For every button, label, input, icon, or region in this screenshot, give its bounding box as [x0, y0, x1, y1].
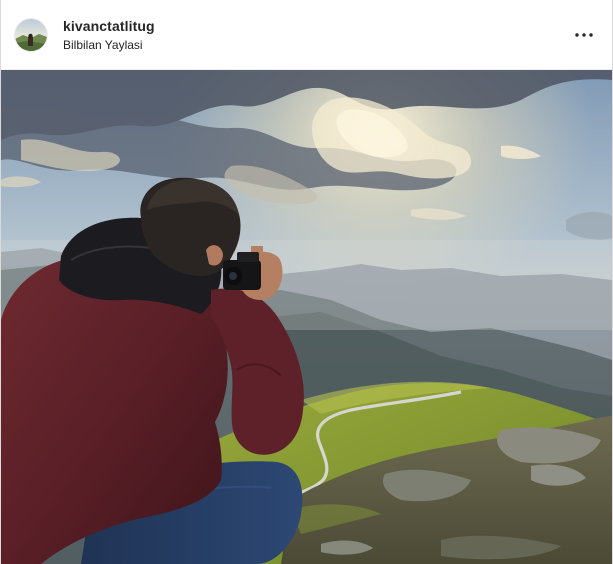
- avatar[interactable]: [15, 19, 47, 51]
- photographer-on-mountain-photo: [1, 70, 612, 564]
- more-options-icon: [575, 33, 593, 37]
- post-photo[interactable]: [1, 70, 612, 564]
- location-link[interactable]: Bilbilan Yaylasi: [63, 38, 143, 52]
- instagram-post: kivanctatlitug Bilbilan Yaylasi: [0, 0, 613, 564]
- username-link[interactable]: kivanctatlitug: [63, 18, 155, 34]
- avatar-image: [15, 19, 47, 51]
- post-header: kivanctatlitug Bilbilan Yaylasi: [1, 0, 612, 70]
- more-options-button[interactable]: [567, 22, 601, 48]
